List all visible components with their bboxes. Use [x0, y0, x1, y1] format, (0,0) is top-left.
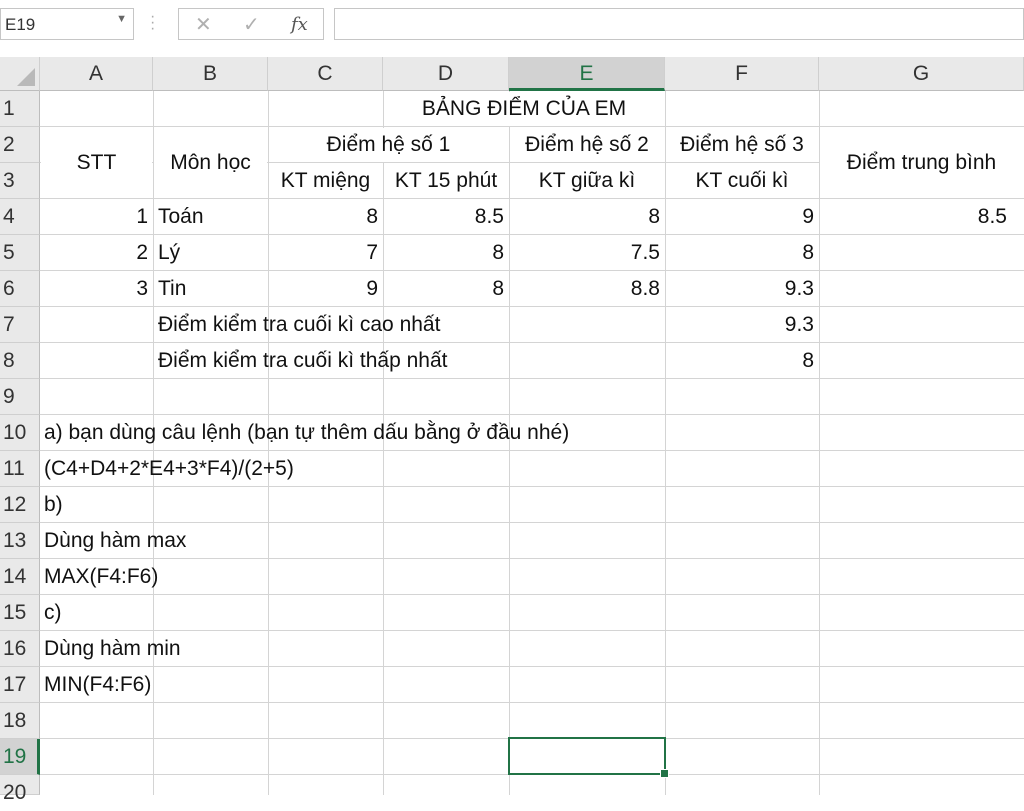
header-mon-hoc[interactable]: Môn học — [153, 145, 268, 181]
row-header-4[interactable]: 4 — [0, 199, 40, 235]
header-diem-tb[interactable]: Điểm trung bình — [819, 145, 1024, 181]
row-header-16[interactable]: 16 — [0, 631, 40, 667]
chevron-down-icon[interactable]: ▼ — [116, 13, 127, 25]
check-icon[interactable]: ✓ — [243, 12, 260, 37]
row-header-10[interactable]: 10 — [0, 415, 40, 451]
cell-kt-cuoi[interactable]: 9.3 — [665, 271, 814, 307]
cell-mon[interactable]: Lý — [158, 235, 180, 271]
max-value[interactable]: 9.3 — [665, 307, 814, 343]
sheet-title[interactable]: BẢNG ĐIỂM CỦA EM — [383, 91, 665, 127]
header-kt-cuoi[interactable]: KT cuối kì — [665, 163, 819, 199]
formula-bar: E19 ▼ · · · ✕ ✓ fx — [0, 0, 1024, 52]
grid-line — [40, 630, 1024, 631]
column-header-d[interactable]: D — [383, 57, 509, 91]
cell-kt-mieng[interactable]: 9 — [268, 271, 378, 307]
row-header-14[interactable]: 14 — [0, 559, 40, 595]
row-header-5[interactable]: 5 — [0, 235, 40, 271]
cell-kt-giua[interactable]: 8.8 — [509, 271, 660, 307]
formula-input[interactable] — [334, 8, 1024, 40]
cell-stt[interactable]: 3 — [40, 271, 148, 307]
grid-line — [40, 594, 1024, 595]
column-header-b[interactable]: B — [153, 57, 268, 91]
note-line[interactable]: MIN(F4:F6) — [44, 667, 151, 703]
grid-line — [40, 666, 1024, 667]
row-header-8[interactable]: 8 — [0, 343, 40, 379]
cell-stt[interactable]: 1 — [40, 199, 148, 235]
note-line[interactable]: MAX(F4:F6) — [44, 559, 158, 595]
note-line[interactable]: Dùng hàm min — [44, 631, 181, 667]
cell-kt-giua[interactable]: 8 — [509, 199, 660, 235]
column-header-f[interactable]: F — [665, 57, 819, 91]
row-header-3[interactable]: 3 — [0, 163, 40, 199]
row-header-6[interactable]: 6 — [0, 271, 40, 307]
row-header-17[interactable]: 17 — [0, 667, 40, 703]
drag-handle-icon[interactable]: · · · — [150, 9, 155, 37]
min-label[interactable]: Điểm kiểm tra cuối kì thấp nhất — [158, 343, 447, 379]
header-kt-mieng[interactable]: KT miệng — [268, 163, 383, 199]
grid-line — [40, 702, 1024, 703]
note-line[interactable]: (C4+D4+2*E4+3*F4)/(2+5) — [44, 451, 294, 487]
cell-kt-mieng[interactable]: 7 — [268, 235, 378, 271]
grid-line — [40, 522, 1024, 523]
grid-line — [40, 558, 1024, 559]
row-header-11[interactable]: 11 — [0, 451, 40, 487]
cell-kt-15[interactable]: 8 — [383, 271, 504, 307]
note-line[interactable]: c) — [44, 595, 62, 631]
note-line[interactable]: a) bạn dùng câu lệnh (bạn tự thêm dấu bằ… — [44, 415, 569, 451]
function-icon[interactable]: fx — [291, 14, 308, 35]
cell-kt-giua[interactable]: 7.5 — [509, 235, 660, 271]
row-header-2[interactable]: 2 — [0, 127, 40, 163]
name-box-value: E19 — [5, 15, 36, 34]
cell-diem-tb[interactable]: 8.5 — [819, 199, 1007, 235]
column-header-c[interactable]: C — [268, 57, 383, 91]
column-header-g[interactable]: G — [819, 57, 1024, 91]
header-he-so-1[interactable]: Điểm hệ số 1 — [268, 127, 509, 163]
cell-kt-15[interactable]: 8 — [383, 235, 504, 271]
header-stt[interactable]: STT — [40, 145, 153, 181]
row-header-20[interactable]: 20 — [0, 775, 40, 804]
header-he-so-2[interactable]: Điểm hệ số 2 — [509, 127, 665, 163]
cell-kt-15[interactable]: 8.5 — [383, 199, 504, 235]
name-box[interactable]: E19 ▼ — [0, 8, 134, 40]
cell-stt[interactable]: 2 — [40, 235, 148, 271]
note-line[interactable]: Dùng hàm max — [44, 523, 186, 559]
selected-cell-e19[interactable] — [508, 737, 669, 778]
max-label[interactable]: Điểm kiểm tra cuối kì cao nhất — [158, 307, 440, 343]
select-all-icon — [17, 68, 35, 86]
row-header-7[interactable]: 7 — [0, 307, 40, 343]
cell-mon[interactable]: Toán — [158, 199, 204, 235]
row-header-9[interactable]: 9 — [0, 379, 40, 415]
row-header-15[interactable]: 15 — [0, 595, 40, 631]
row-header-13[interactable]: 13 — [0, 523, 40, 559]
fill-handle[interactable] — [660, 769, 669, 778]
row-header-19[interactable]: 19 — [0, 739, 40, 775]
row-header-12[interactable]: 12 — [0, 487, 40, 523]
cell-kt-cuoi[interactable]: 8 — [665, 235, 814, 271]
select-all-button[interactable] — [0, 57, 40, 91]
header-kt-15[interactable]: KT 15 phút — [383, 163, 509, 199]
column-header-e[interactable]: E — [509, 57, 665, 91]
header-kt-giua[interactable]: KT giữa kì — [509, 163, 665, 199]
note-line[interactable]: b) — [44, 487, 63, 523]
cell-kt-mieng[interactable]: 8 — [268, 199, 378, 235]
min-value[interactable]: 8 — [665, 343, 814, 379]
row-header-1[interactable]: 1 — [0, 91, 40, 127]
cancel-icon[interactable]: ✕ — [195, 12, 212, 37]
cell-mon[interactable]: Tin — [158, 271, 186, 307]
column-header-a[interactable]: A — [40, 57, 153, 91]
header-he-so-3[interactable]: Điểm hệ số 3 — [665, 127, 819, 163]
row-header-18[interactable]: 18 — [0, 703, 40, 739]
formula-buttons: ✕ ✓ fx — [178, 8, 324, 40]
cell-kt-cuoi[interactable]: 9 — [665, 199, 814, 235]
